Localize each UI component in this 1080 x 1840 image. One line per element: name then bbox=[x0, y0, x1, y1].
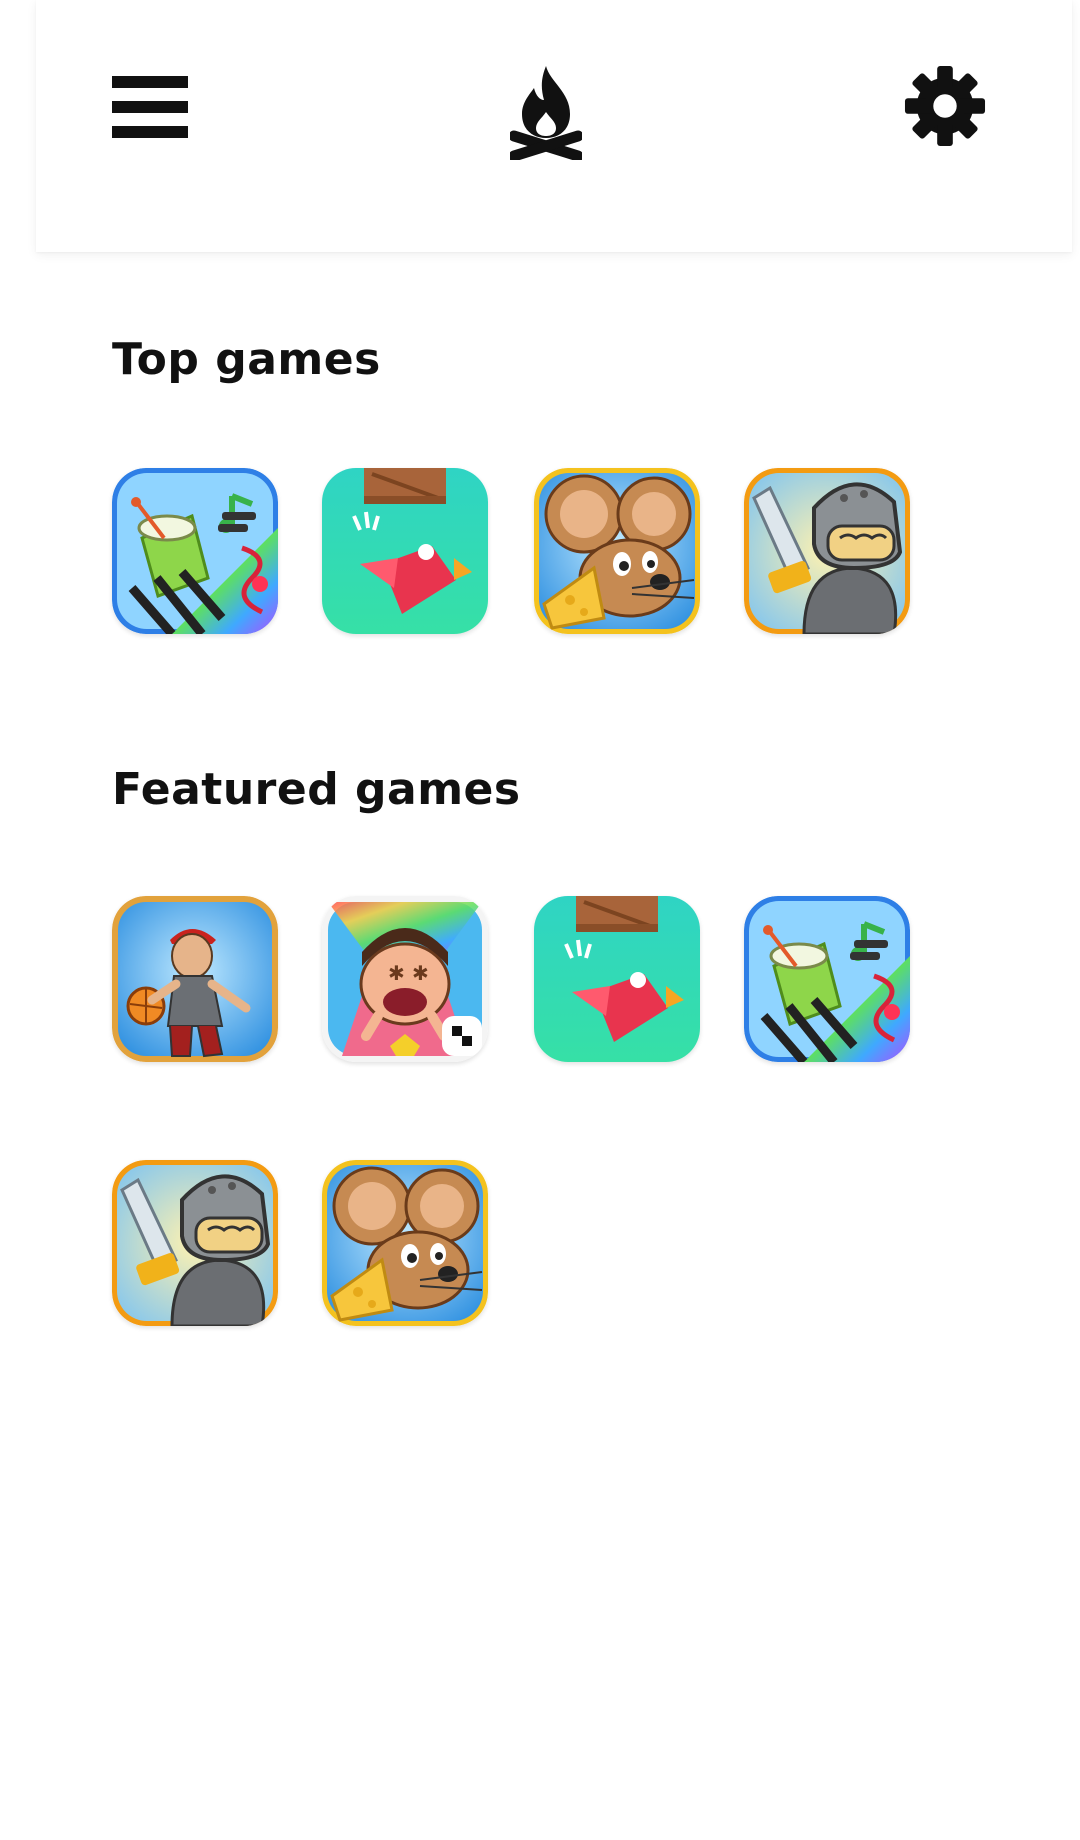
menu-button[interactable] bbox=[112, 72, 188, 142]
red-bird-game-icon bbox=[322, 468, 488, 634]
helmet-knight-game-icon bbox=[744, 468, 910, 634]
top-games-title: Top games bbox=[112, 334, 381, 385]
street-basketball-game-icon bbox=[112, 896, 278, 1062]
game-tile-red-bird[interactable] bbox=[322, 468, 488, 634]
helmet-knight-game-icon bbox=[112, 1160, 278, 1326]
game-tile-cheese-mouse[interactable] bbox=[534, 468, 700, 634]
game-tile-cheese-mouse[interactable] bbox=[322, 1160, 488, 1326]
featured-games-title: Featured games bbox=[112, 764, 521, 815]
campfire-icon bbox=[508, 66, 584, 162]
cheese-mouse-game-icon bbox=[322, 1160, 488, 1326]
home-logo[interactable] bbox=[508, 64, 584, 162]
cheese-mouse-game-icon bbox=[534, 468, 700, 634]
settings-button[interactable] bbox=[904, 64, 986, 148]
game-tile-helmet-knight[interactable] bbox=[112, 1160, 278, 1326]
music-instruments-game-icon bbox=[112, 468, 278, 634]
game-tile-music-instruments[interactable] bbox=[744, 896, 910, 1062]
music-instruments-game-icon bbox=[744, 896, 910, 1062]
gear-icon bbox=[904, 65, 986, 147]
game-tile-music-instruments[interactable] bbox=[112, 468, 278, 634]
game-tile-street-basketball[interactable] bbox=[112, 896, 278, 1062]
game-tile-cartoon-hero[interactable] bbox=[322, 896, 488, 1062]
game-tile-red-bird[interactable] bbox=[534, 896, 700, 1062]
cartoon-hero-game-icon bbox=[322, 896, 488, 1062]
red-bird-game-icon bbox=[534, 896, 700, 1062]
game-tile-helmet-knight[interactable] bbox=[744, 468, 910, 634]
hamburger-menu-icon bbox=[112, 76, 188, 138]
